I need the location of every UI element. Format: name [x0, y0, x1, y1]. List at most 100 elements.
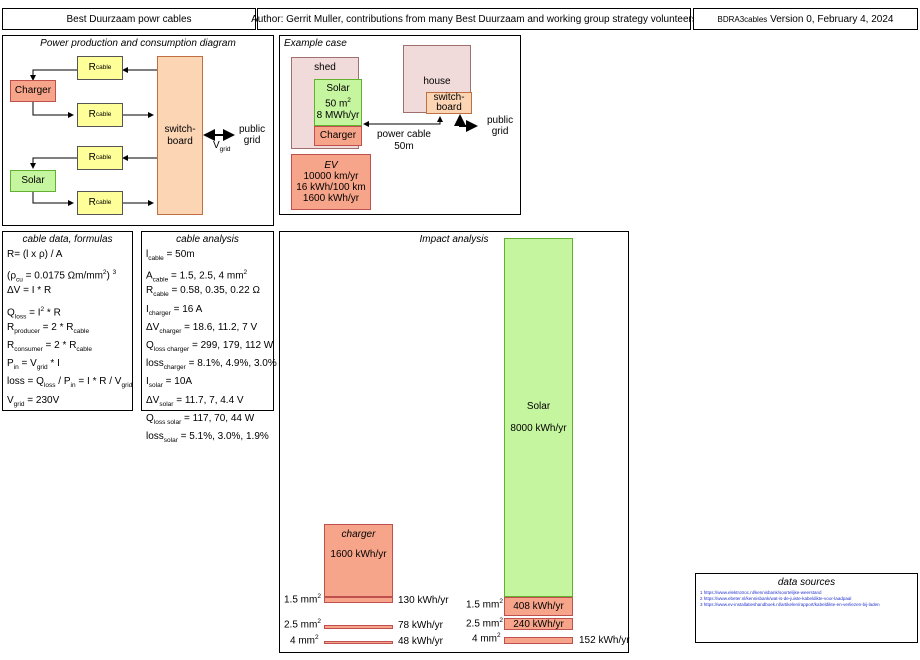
- formula-segment: solar: [163, 436, 178, 444]
- r-sub: cable: [95, 154, 112, 161]
- formula-segment: cable: [73, 327, 90, 335]
- formula-segment: Q: [7, 306, 15, 318]
- formula-row: (ρcu = 0.0175 Ωm/mm2) 3: [7, 264, 132, 283]
- formula-segment: charger: [148, 309, 171, 317]
- r-label: R: [88, 152, 96, 163]
- formula-segment: = 50m: [163, 249, 195, 260]
- formula-row: Rproducer = 2 * Rcable: [7, 319, 132, 337]
- solar-bar-label: Solar: [526, 401, 551, 412]
- data-sources-panel: data sources 1 https://www.elektrotroc.n…: [695, 573, 918, 643]
- charger-loss-area: 1.5 mm2: [284, 593, 321, 605]
- charger-bar-label: charger: [341, 529, 376, 540]
- formula-segment: solar: [148, 382, 163, 390]
- formula-row: ΔV = I * R: [7, 282, 132, 300]
- ev-line: 16 kWh/100 km: [296, 182, 366, 193]
- formula-segment: = 117, 70, 44 W: [181, 412, 255, 424]
- analysis-row: losssolar = 5.1%, 3.0%, 1.9%: [146, 428, 277, 446]
- r-cable-box-2: Rcable: [77, 103, 123, 127]
- charger-loss-value: 48 kWh/yr: [398, 636, 444, 647]
- area-text: 1.5 mm: [284, 594, 318, 606]
- area-text: 2.5 mm: [466, 618, 500, 630]
- formula-segment: = 1.5, 2.5, 4 mm: [168, 270, 244, 282]
- solar-production-bar: Solar 8000 kWh/yr: [504, 238, 573, 597]
- r-sub: cable: [95, 199, 112, 206]
- source-link[interactable]: 3 https://www.ev-installatieshandboek.nl…: [700, 602, 880, 608]
- solar-bar-value: 8000 kWh/yr: [510, 423, 567, 434]
- formula-segment: R= (l x ρ) / A: [7, 249, 63, 260]
- area-sup: 2: [499, 598, 503, 605]
- switchboard-label: switch- board: [164, 123, 196, 147]
- header-version: BDRA3cables Version 0, February 4, 2024: [693, 8, 918, 30]
- data-sources-title: data sources: [777, 577, 836, 588]
- public-grid-label: public grid: [239, 124, 266, 146]
- analysis-row: ΔVcharger = 18.6, 11.2, 7 V: [146, 319, 277, 337]
- impact-title: Impact analysis: [419, 234, 489, 245]
- solar-loss-bar: 240 kWh/yr: [504, 618, 573, 630]
- formula-segment: loss: [146, 430, 164, 442]
- solar-loss-value: 408 kWh/yr: [513, 601, 564, 612]
- r-sub: cable: [95, 111, 112, 118]
- r-sub: cable: [95, 64, 112, 71]
- formula-segment: 3: [112, 269, 117, 277]
- formula-segment: = 0.58, 0.35, 0.22 Ω: [168, 285, 260, 297]
- formula-segment: consumer: [14, 345, 43, 353]
- solar-loss-area: 1.5 mm2: [466, 598, 503, 610]
- formula-segment: ΔV: [146, 321, 160, 333]
- example-case-panel: Example case shed Solar 50 m2 8 MWh/yr C…: [279, 35, 521, 215]
- formula-segment: = 11.7, 7, 4.4 V: [173, 394, 244, 406]
- ev-box: EV 10000 km/yr 16 kWh/100 km 1600 kWh/yr: [291, 154, 371, 210]
- analysis-row: Qloss charger = 299, 179, 112 W: [146, 337, 277, 355]
- formula-segment: = V: [18, 358, 37, 370]
- vgrid-label: Vgrid: [213, 140, 231, 153]
- formula-segment: = 16 A: [170, 303, 203, 315]
- area-text: 2.5 mm: [284, 619, 318, 631]
- formula-segment: grid: [36, 364, 48, 372]
- formula-row: Rconsumer = 2 * Rcable: [7, 337, 132, 355]
- formula-segment: = 2 * R: [39, 321, 74, 333]
- charger-loss-value: 130 kWh/yr: [398, 595, 449, 606]
- data-sources-list: 1 https://www.elektrotroc.nl/kennisbank/…: [700, 590, 880, 608]
- formula-segment: * R: [44, 306, 61, 318]
- version-text: Version 0, February 4, 2024: [770, 13, 894, 25]
- solar-loss-value: 152 kWh/yr: [579, 635, 630, 646]
- project-title: Best Duurzaam powr cables: [66, 13, 192, 25]
- header-author: Author: Gerrit Muller, contributions fro…: [251, 8, 697, 30]
- analysis-row: ΔVsolar = 11.7, 7, 4.4 V: [146, 392, 277, 410]
- formula-row: loss = Qloss / Pin = I * R / Vgrid: [7, 373, 132, 391]
- charger-label: Charger: [14, 85, 52, 96]
- analysis-row: Rcable = 0.58, 0.35, 0.22 Ω: [146, 282, 277, 300]
- charger-loss-bar: [324, 597, 393, 603]
- formula-segment: ΔV = I * R: [7, 285, 52, 297]
- formula-segment: cable: [148, 255, 164, 262]
- formula-segment: charger: [163, 364, 186, 372]
- formula-segment: 2: [243, 269, 248, 277]
- formula-segment: grid: [13, 400, 25, 408]
- area-sup: 2: [317, 593, 321, 600]
- formula-segment: = 8.1%, 4.9%, 3.0%: [185, 358, 277, 370]
- charger-demand-bar: charger 1600 kWh/yr: [324, 524, 393, 597]
- formula-segment: producer: [14, 327, 40, 335]
- formulas-title: cable data, formulas: [22, 234, 113, 245]
- formula-row: Qloss = I2 * R: [7, 301, 132, 320]
- solar-box: Solar: [10, 170, 56, 192]
- r-label: R: [88, 109, 96, 120]
- formula-segment: grid: [121, 382, 133, 390]
- analysis-row: Icharger = 16 A: [146, 301, 277, 319]
- switchboard-box: switch- board: [157, 56, 203, 215]
- formula-segment: P: [7, 358, 14, 370]
- solar-loss-bar: [504, 637, 573, 644]
- formula-segment: Q: [146, 412, 154, 424]
- vgrid-v: V: [213, 140, 220, 151]
- analysis-row: lcable = 50m: [146, 246, 277, 264]
- example-public-grid-label: public grid: [487, 115, 514, 137]
- r-label: R: [88, 197, 96, 208]
- formula-segment: A: [146, 270, 153, 282]
- area-text: 1.5 mm: [466, 599, 500, 611]
- formula-segment: cable: [153, 291, 169, 299]
- cable-analysis-title: cable analysis: [176, 234, 239, 245]
- vgrid-sub: grid: [219, 146, 231, 153]
- power-diagram-connectors: [30, 67, 235, 206]
- area-sup: 2: [499, 617, 503, 624]
- formula-segment: charger: [159, 327, 182, 335]
- formula-segment: (ρ: [7, 270, 17, 282]
